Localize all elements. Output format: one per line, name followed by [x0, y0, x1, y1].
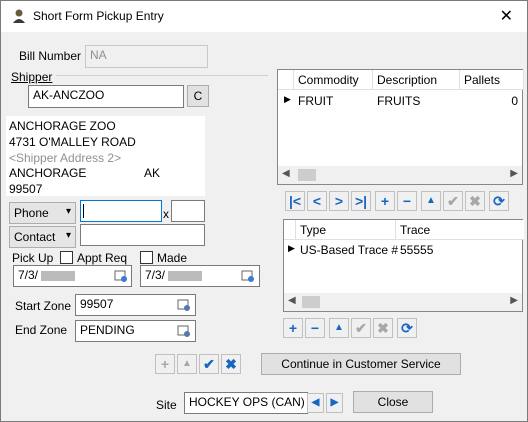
bill-number-input[interactable]: NA: [85, 45, 208, 68]
remove-icon[interactable]: −: [397, 191, 417, 211]
redacted-block: [41, 270, 76, 281]
phone-type-value: Phone: [14, 206, 49, 220]
made-label: Made: [157, 251, 188, 265]
extension-x-label: x: [163, 207, 169, 221]
lookup-icon[interactable]: [177, 298, 191, 312]
shipper-label: Shipper: [11, 70, 53, 84]
remove-icon[interactable]: −: [305, 318, 325, 338]
scroll-thumb[interactable]: [302, 296, 320, 308]
scroll-right-icon[interactable]: ▶: [510, 168, 518, 179]
next-record-icon[interactable]: >: [329, 191, 349, 211]
made-checkbox[interactable]: [140, 251, 153, 264]
check-icon[interactable]: ✔: [443, 191, 463, 211]
trace-grid: Type Trace ▶ US-Based Trace # 55555 ◀ ▶: [283, 219, 524, 312]
site-label: Site: [156, 398, 177, 412]
cancel-x-icon[interactable]: ✖: [221, 354, 241, 374]
end-zone-label: End Zone: [15, 323, 68, 337]
row-header-corner: [284, 220, 296, 240]
shipper-address-1: 4731 O'MALLEY ROAD: [9, 135, 136, 149]
refresh-icon[interactable]: ⟳: [489, 191, 509, 211]
row-header-corner: [278, 70, 294, 90]
title-bar: Short Form Pickup Entry ✕: [1, 1, 527, 32]
calendar-clock-icon[interactable]: [114, 269, 128, 283]
shipper-code-input[interactable]: AK-ANCZOO: [28, 85, 184, 108]
contact-input[interactable]: [80, 224, 205, 246]
check-icon[interactable]: ✔: [351, 318, 371, 338]
add-icon[interactable]: +: [375, 191, 395, 211]
made-date-value: 7/3/: [145, 268, 166, 282]
phone-input[interactable]: [80, 200, 162, 222]
refresh-icon[interactable]: ⟳: [397, 318, 417, 338]
prev-record-icon[interactable]: <: [307, 191, 327, 211]
bill-number-label: Bill Number: [19, 49, 82, 63]
lookup-icon[interactable]: [177, 324, 191, 338]
next-site-icon[interactable]: ▶: [326, 393, 343, 413]
up-icon[interactable]: ▲: [421, 191, 441, 211]
continue-customer-service-button[interactable]: Continue in Customer Service: [261, 353, 461, 375]
prev-site-icon[interactable]: ◀: [307, 393, 324, 413]
contact-type-value: Contact: [14, 230, 56, 244]
redacted-block: [168, 270, 203, 281]
shipper-name: ANCHORAGE ZOO: [9, 119, 116, 133]
shipper-city: ANCHORAGE: [9, 166, 87, 180]
commodity-column-header[interactable]: Commodity: [294, 70, 373, 90]
type-cell[interactable]: US-Based Trace #: [296, 241, 402, 259]
current-row-indicator: ▶: [284, 94, 291, 104]
text-cursor: [83, 204, 84, 218]
close-icon[interactable]: ✕: [500, 6, 513, 26]
add-icon[interactable]: +: [283, 318, 303, 338]
trace-column-header[interactable]: Trace: [396, 220, 524, 240]
shipper-c-button[interactable]: C: [187, 85, 209, 107]
site-input[interactable]: HOCKEY OPS (CAN): [184, 392, 308, 414]
chevron-down-icon: ▾: [65, 230, 71, 241]
contact-type-dropdown[interactable]: Contact ▾: [9, 226, 76, 248]
scroll-thumb[interactable]: [298, 169, 316, 181]
shipper-address-2: <Shipper Address 2>: [9, 151, 122, 165]
pallets-column-header[interactable]: Pallets: [460, 70, 524, 90]
dialog-window: Short Form Pickup Entry ✕ Bill Number NA…: [0, 0, 528, 422]
pickup-label: Pick Up: [12, 251, 54, 265]
up-icon[interactable]: ▲: [329, 318, 349, 338]
phone-extension-input[interactable]: [171, 200, 205, 222]
pickup-date-value: 7/3/: [18, 268, 39, 282]
scroll-left-icon[interactable]: ◀: [288, 295, 296, 306]
scroll-right-icon[interactable]: ▶: [510, 295, 518, 306]
horizontal-scrollbar[interactable]: ◀ ▶: [278, 166, 522, 184]
shipper-separator: [56, 75, 268, 76]
horizontal-scrollbar[interactable]: ◀ ▶: [284, 293, 522, 311]
shipper-state: AK: [144, 166, 161, 180]
last-record-icon[interactable]: >|: [351, 191, 371, 211]
description-cell[interactable]: FRUITS: [373, 92, 424, 110]
add-icon[interactable]: +: [155, 354, 175, 374]
up-icon[interactable]: ▲: [177, 354, 197, 374]
cancel-x-icon[interactable]: ✖: [465, 191, 485, 211]
trace-cell[interactable]: 55555: [396, 241, 437, 259]
commodity-grid: Commodity Description Pallets ▶ FRUIT FR…: [277, 69, 524, 185]
calendar-clock-icon[interactable]: [241, 269, 255, 283]
commodity-cell[interactable]: FRUIT: [294, 92, 337, 110]
start-zone-label: Start Zone: [15, 299, 72, 313]
scroll-left-icon[interactable]: ◀: [282, 168, 290, 179]
appt-req-checkbox[interactable]: [60, 251, 73, 264]
chevron-down-icon: ▾: [65, 206, 71, 217]
window-title: Short Form Pickup Entry: [33, 9, 164, 23]
pallets-cell[interactable]: 0: [460, 92, 522, 110]
description-column-header[interactable]: Description: [373, 70, 460, 90]
check-icon[interactable]: ✔: [199, 354, 219, 374]
type-column-header[interactable]: Type: [296, 220, 396, 240]
cancel-x-icon[interactable]: ✖: [373, 318, 393, 338]
shipper-zip: 99507: [9, 182, 43, 196]
first-record-icon[interactable]: |<: [285, 191, 305, 211]
close-button[interactable]: Close: [353, 391, 433, 413]
person-icon: [13, 9, 25, 23]
appt-req-label: Appt Req: [77, 251, 128, 265]
phone-type-dropdown[interactable]: Phone ▾: [9, 202, 76, 224]
